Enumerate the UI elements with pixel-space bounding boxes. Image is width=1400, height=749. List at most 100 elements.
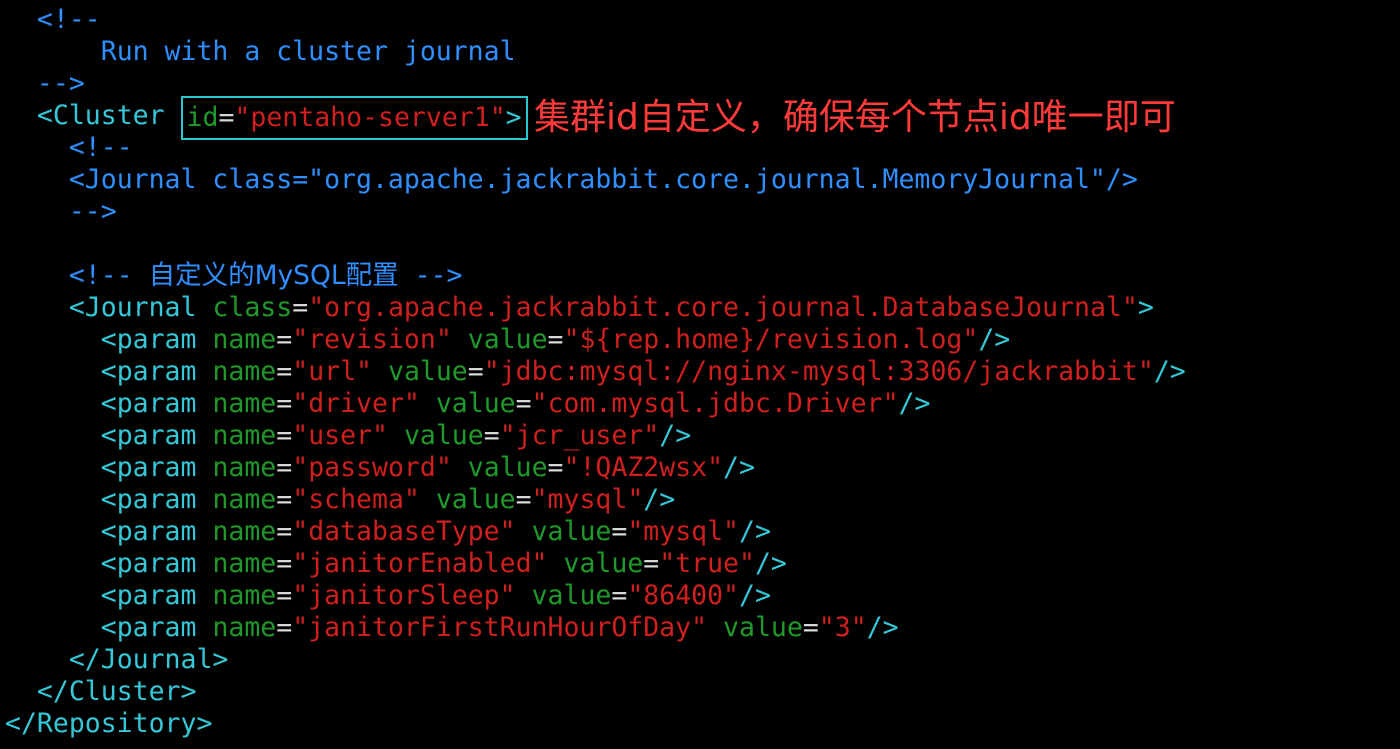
terminal-window: <!-- Run with a cluster journal --> <Clu… — [0, 0, 1400, 749]
param-value-value: "jcr_user" — [499, 420, 660, 451]
journal-class-value: "org.apache.jackrabbit.core.journal.Data… — [308, 292, 1138, 323]
param-name-eq: = — [276, 388, 293, 419]
param-name-eq: = — [276, 548, 293, 579]
param-value-eq: = — [547, 324, 564, 355]
param-name-attr: name — [212, 548, 277, 579]
code-line-10: <Journal class="org.apache.jackrabbit.co… — [0, 292, 1400, 324]
param-name-attr: name — [212, 388, 277, 419]
param-name-attr: name — [212, 484, 277, 515]
param-value-attr: value — [723, 612, 803, 643]
param-line: <param name="janitorFirstRunHourOfDay" v… — [0, 612, 1400, 644]
param-value-value: "com.mysql.jdbc.Driver" — [531, 388, 899, 419]
mysql-comment-close: --> — [414, 260, 463, 291]
param-tag: <param — [100, 612, 197, 643]
comment-open-2: <!-- — [68, 132, 133, 163]
param-line: <param name="databaseType" value="mysql"… — [0, 516, 1400, 548]
param-name-attr: name — [212, 452, 277, 483]
comment-open: <!-- — [36, 4, 101, 35]
param-name-eq: = — [276, 356, 293, 387]
param-name-eq: = — [276, 516, 293, 547]
param-value-value: "3" — [818, 612, 867, 643]
comment-close-2: --> — [68, 196, 117, 227]
param-line: <param name="url" value="jdbc:mysql://ng… — [0, 356, 1400, 388]
param-value-attr: value — [467, 452, 548, 483]
param-tag: <param — [100, 452, 197, 483]
param-value-eq: = — [802, 612, 819, 643]
cluster-tag-open: <Cluster — [36, 100, 165, 131]
cluster-id-attr: id — [186, 102, 219, 133]
param-name-attr: name — [212, 324, 277, 355]
param-line: <param name="revision" value="${rep.home… — [0, 324, 1400, 356]
param-name-value: "schema" — [292, 484, 420, 515]
param-name-value: "url" — [292, 356, 373, 387]
comment-text: Run with a cluster journal — [100, 36, 516, 67]
param-self-close: /> — [978, 324, 1011, 355]
journal-close-tag: </Journal> — [68, 644, 229, 675]
param-name-eq: = — [276, 580, 293, 611]
cluster-close-tag: </Cluster> — [36, 676, 197, 707]
code-line-9: <!-- 自定义的MySQL配置 --> — [0, 260, 1400, 292]
param-name-value: "user" — [292, 420, 388, 451]
param-value-attr: value — [531, 516, 612, 547]
param-tag: <param — [100, 516, 197, 547]
param-line: <param name="janitorEnabled" value="true… — [0, 548, 1400, 580]
param-value-eq: = — [467, 356, 484, 387]
param-self-close: /> — [659, 420, 692, 451]
param-name-eq: = — [276, 324, 293, 355]
param-self-close: /> — [739, 516, 771, 547]
param-name-value: "databaseType" — [292, 516, 516, 547]
cluster-id-eq: = — [218, 102, 235, 133]
param-line: <param name="driver" value="com.mysql.jd… — [0, 388, 1400, 420]
param-value-eq: = — [547, 452, 564, 483]
param-name-eq: = — [276, 612, 293, 643]
mysql-comment-text: 自定义的MySQL配置 — [148, 260, 399, 291]
param-value-eq: = — [483, 420, 500, 451]
journal-tag-close: > — [1137, 292, 1154, 323]
comment-close: --> — [36, 68, 85, 99]
param-value-attr: value — [563, 548, 644, 579]
code-line-8-blank — [0, 228, 1400, 260]
cluster-id-value: "pentaho-server1" — [234, 102, 506, 133]
param-value-eq: = — [643, 548, 660, 579]
param-name-value: "password" — [292, 452, 452, 483]
mysql-comment-open: <!-- — [68, 260, 133, 291]
param-self-close: /> — [739, 580, 771, 611]
param-name-attr: name — [212, 356, 277, 387]
param-line: <param name="user" value="jcr_user"/> — [0, 420, 1400, 452]
code-line-repository-close: </Repository> — [0, 708, 1400, 740]
param-name-eq: = — [276, 452, 293, 483]
journal-class-attr: class — [212, 292, 293, 323]
param-line: <param name="password" value="!QAZ2wsx"/… — [0, 452, 1400, 484]
param-value-attr: value — [467, 324, 548, 355]
param-line: <param name="janitorSleep" value="86400"… — [0, 580, 1400, 612]
param-tag: <param — [100, 388, 197, 419]
repository-close-tag: </Repository> — [5, 708, 213, 739]
param-value-value: "86400" — [627, 580, 740, 611]
param-name-eq: = — [276, 484, 293, 515]
param-value-attr: value — [387, 356, 468, 387]
param-value-value: "${rep.home}/revision.log" — [563, 324, 979, 355]
code-line-2: Run with a cluster journal — [0, 36, 1400, 68]
memory-journal-line: <Journal class="org.apache.jackrabbit.co… — [68, 164, 1138, 195]
param-name-value: "revision" — [292, 324, 452, 355]
param-name-value: "janitorFirstRunHourOfDay" — [292, 612, 708, 643]
param-self-close: /> — [898, 388, 931, 419]
cluster-tag-close: > — [505, 102, 522, 133]
param-name-attr: name — [212, 580, 277, 611]
param-name-value: "janitorEnabled" — [292, 548, 548, 579]
param-value-attr: value — [435, 388, 516, 419]
param-name-attr: name — [212, 516, 277, 547]
param-value-value: "mysql" — [627, 516, 740, 547]
param-tag: <param — [100, 420, 197, 451]
param-value-attr: value — [531, 580, 612, 611]
param-self-close: /> — [866, 612, 899, 643]
param-tag: <param — [100, 580, 197, 611]
code-line-1: <!-- — [0, 4, 1400, 36]
param-value-attr: value — [435, 484, 516, 515]
param-tag: <param — [100, 548, 197, 579]
param-value-eq: = — [515, 388, 532, 419]
code-line-6: <Journal class="org.apache.jackrabbit.co… — [0, 164, 1400, 196]
param-tag: <param — [100, 324, 197, 355]
param-self-close: /> — [1153, 356, 1186, 387]
param-line: <param name="schema" value="mysql"/> — [0, 484, 1400, 516]
